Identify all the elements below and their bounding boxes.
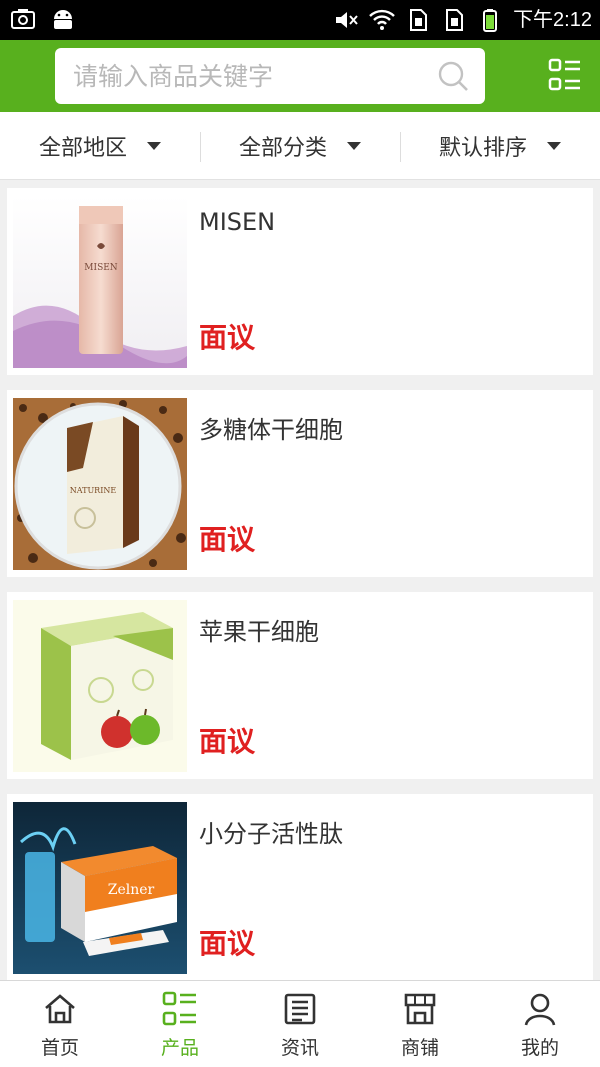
filter-sort-label: 默认排序 [438,135,527,161]
product-price: 面议 [199,725,256,758]
header [0,40,600,112]
product-image [13,600,187,772]
product-name: MISEN [199,208,276,236]
tab-products-label: 产品 [160,1037,199,1059]
product-price: 面议 [199,321,256,354]
tab-mine-label: 我的 [520,1037,559,1059]
caret-down-icon [547,141,561,150]
status-bar: 下午2:12 [0,0,600,40]
tab-mine[interactable]: 我的 [480,981,600,1067]
product-image: NATURINE [13,398,187,570]
status-time: 下午2:12 [513,9,592,31]
tab-products[interactable]: 产品 [120,981,240,1067]
tab-home[interactable]: 首页 [0,981,120,1067]
product-name: 小分子活性肽 [199,820,343,848]
android-icon [54,10,72,29]
home-icon [45,994,75,1024]
product-name: 多糖体干细胞 [199,416,343,444]
mute-icon [336,12,358,28]
category-menu-icon[interactable] [548,58,582,92]
tab-shops-label: 商铺 [400,1037,439,1059]
product-card[interactable]: NATURINE 多糖体干细胞 面议 [7,390,593,577]
sim2-icon [446,9,464,31]
filter-region[interactable]: 全部地区 [0,112,200,179]
filter-sort[interactable]: 默认排序 [400,112,600,179]
product-price: 面议 [199,927,256,960]
product-card[interactable]: 苹果干细胞 面议 [7,592,593,779]
filter-region-label: 全部地区 [38,135,127,161]
product-card[interactable]: Zelner 小分子活性肽 面议 [7,794,593,981]
tab-home-label: 首页 [40,1037,79,1059]
battery-icon [483,9,498,32]
screenshot-icon [11,9,35,29]
search-box[interactable] [55,48,485,104]
product-image: MISEN [13,196,187,368]
zelner-box-text: Zelner [108,882,155,898]
naturine-box-text: NATURINE [70,486,117,495]
bottom-tab-bar: 首页 产品 资讯 商铺 我的 [0,980,600,1067]
sim1-icon [410,9,428,31]
tab-news[interactable]: 资讯 [240,981,360,1067]
wifi-icon [369,9,395,30]
shop-icon [404,993,436,1025]
filter-category[interactable]: 全部分类 [200,112,400,179]
search-icon[interactable] [437,60,469,92]
product-name: 苹果干细胞 [199,618,319,646]
product-image: Zelner [13,802,187,974]
tab-shops[interactable]: 商铺 [360,981,480,1067]
filter-category-label: 全部分类 [238,135,327,161]
news-icon [284,993,316,1025]
grid-list-icon [162,991,196,1026]
product-card[interactable]: MISEN MISEN 面议 [7,188,593,375]
misen-bottle-text: MISEN [84,263,118,273]
search-input[interactable] [73,56,423,96]
user-icon [524,993,556,1026]
caret-down-icon [347,141,361,150]
product-price: 面议 [199,523,256,556]
caret-down-icon [147,141,161,150]
filter-bar: 全部地区 全部分类 默认排序 [0,112,600,180]
tab-news-label: 资讯 [280,1037,319,1059]
